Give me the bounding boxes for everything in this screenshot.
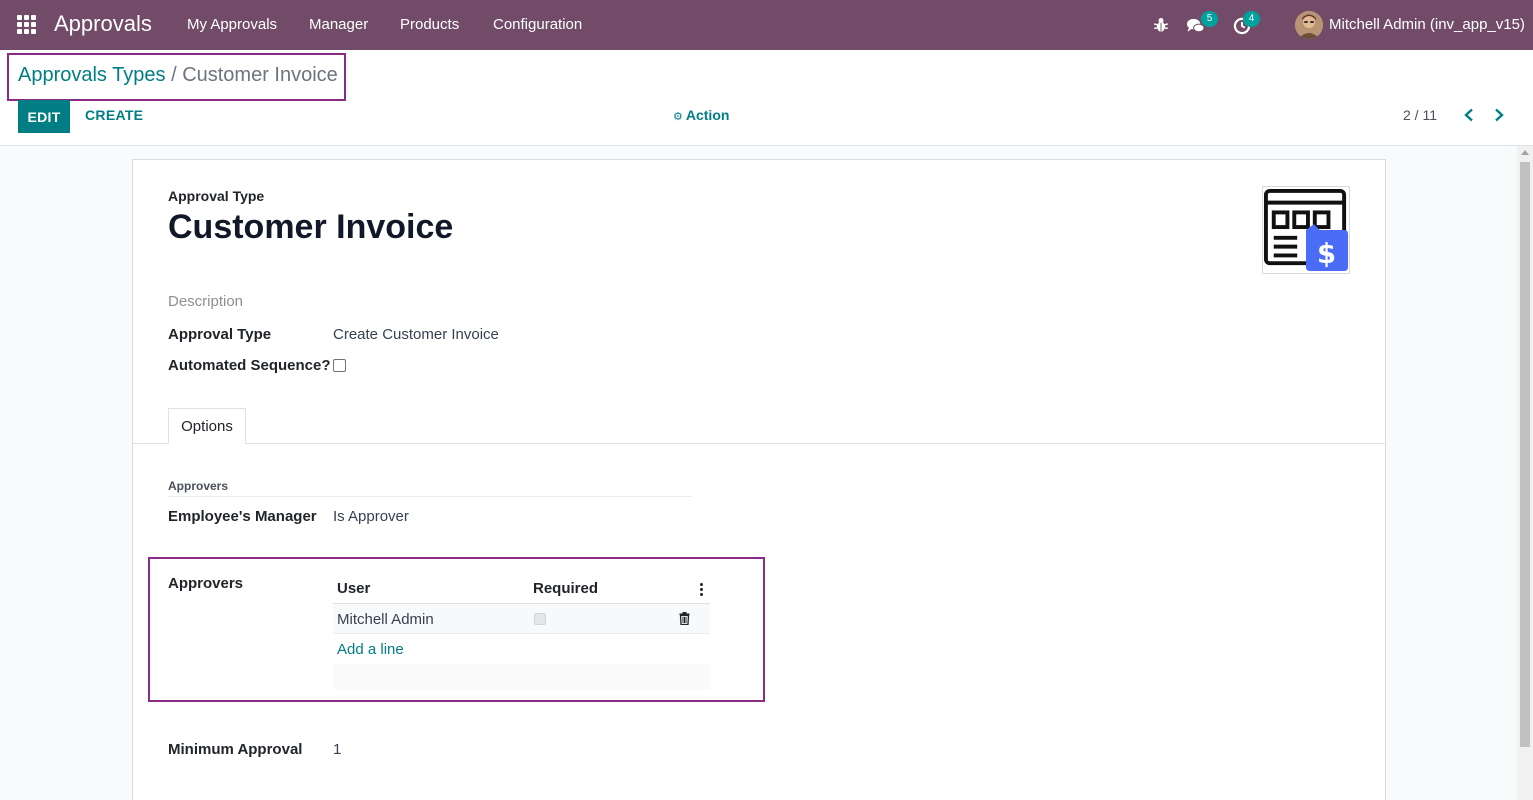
- tab-options[interactable]: Options: [168, 408, 246, 444]
- form-sheet: [132, 159, 1386, 800]
- record-image[interactable]: $: [1262, 186, 1350, 274]
- employee-manager-label: Employee's Manager: [168, 508, 317, 525]
- approvers-section-title: Approvers: [168, 479, 229, 493]
- chevron-left-icon: [1464, 108, 1473, 122]
- trash-icon[interactable]: [679, 612, 690, 625]
- activities-count-badge: 4: [1243, 11, 1260, 27]
- column-header-required[interactable]: Required: [533, 580, 598, 597]
- scrollbar-thumb[interactable]: [1520, 162, 1530, 747]
- employee-manager-value[interactable]: Is Approver: [333, 508, 409, 525]
- approvers-section-line: [168, 496, 692, 497]
- row-user-cell[interactable]: Mitchell Admin: [337, 611, 434, 628]
- tabs-divider: [133, 443, 1385, 444]
- breadcrumb-separator: /: [171, 64, 177, 86]
- approvers-label: Approvers: [168, 575, 244, 592]
- user-avatar[interactable]: [1295, 11, 1323, 39]
- pager-next-button[interactable]: [1489, 104, 1509, 126]
- automated-sequence-label: Automated Sequence?: [168, 357, 331, 374]
- row-required-checkbox: [534, 613, 546, 625]
- menu-my-approvals[interactable]: My Approvals: [187, 16, 277, 33]
- svg-text:$: $: [1317, 239, 1336, 270]
- breadcrumb: Approvals Types / Customer Invoice: [18, 64, 338, 87]
- minimum-approval-value: 1: [333, 741, 342, 758]
- breadcrumb-approval-types-link[interactable]: Approvals Types: [18, 64, 166, 86]
- pager-previous-button[interactable]: [1459, 104, 1479, 126]
- top-navbar: Approvals My Approvals Manager Products …: [0, 0, 1533, 50]
- name-field-label: Approval Type: [168, 188, 265, 204]
- pager-value[interactable]: 2 / 11: [1403, 107, 1437, 123]
- messages-count-badge: 5: [1201, 11, 1218, 27]
- user-menu[interactable]: Mitchell Admin (inv_app_v15): [1329, 16, 1525, 33]
- debug-bug-icon[interactable]: [1152, 16, 1170, 34]
- scroll-up-arrow-icon[interactable]: [1521, 150, 1529, 155]
- record-title: Customer Invoice: [168, 208, 454, 246]
- add-a-line-link[interactable]: Add a line: [337, 641, 404, 658]
- invoice-dollar-icon: $: [1263, 188, 1349, 272]
- approval-type-value: Create Customer Invoice: [333, 326, 499, 343]
- menu-manager[interactable]: Manager: [309, 16, 368, 33]
- menu-configuration[interactable]: Configuration: [493, 16, 582, 33]
- gear-icon: ⚙: [673, 111, 683, 123]
- app-grid-icon[interactable]: [17, 15, 36, 34]
- menu-products[interactable]: Products: [400, 16, 459, 33]
- empty-table-row: [333, 664, 710, 690]
- create-button[interactable]: CREATE: [85, 107, 143, 123]
- automated-sequence-checkbox[interactable]: [333, 359, 346, 372]
- tab-options-label: Options: [181, 418, 233, 435]
- action-menu[interactable]: ⚙ Action: [673, 107, 729, 123]
- chevron-right-icon: [1495, 108, 1504, 122]
- minimum-approval-label: Minimum Approval: [168, 741, 303, 758]
- control-panel: Approvals Types / Customer Invoice EDIT …: [0, 50, 1533, 146]
- action-label: Action: [685, 107, 730, 123]
- breadcrumb-current: Customer Invoice: [182, 64, 338, 86]
- column-header-user[interactable]: User: [337, 580, 370, 597]
- description-label: Description: [168, 293, 244, 310]
- edit-button[interactable]: EDIT: [18, 100, 70, 133]
- approval-type-label: Approval Type: [168, 326, 272, 343]
- optional-columns-kebab-icon[interactable]: [700, 583, 703, 596]
- app-brand[interactable]: Approvals: [54, 11, 152, 37]
- page-scrollbar[interactable]: [1517, 146, 1533, 800]
